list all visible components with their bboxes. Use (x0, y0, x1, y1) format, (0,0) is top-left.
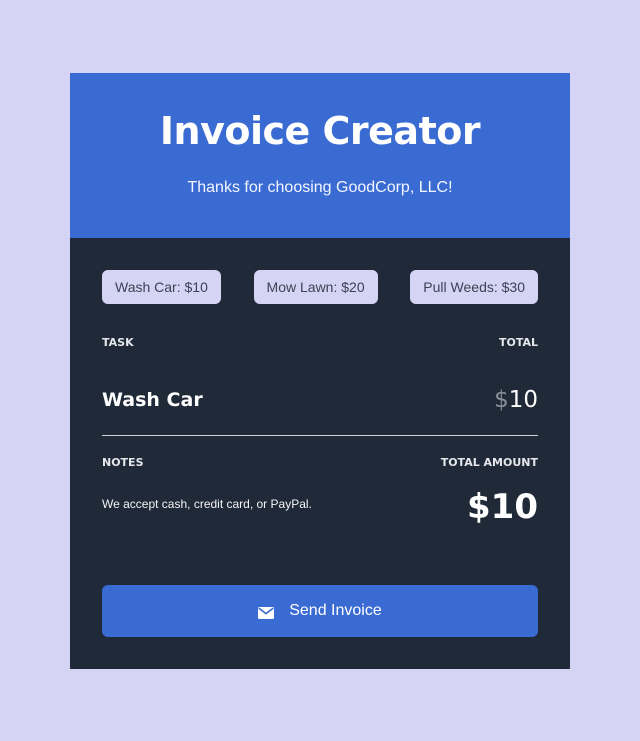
notes-label: NOTES (102, 456, 144, 469)
send-invoice-button[interactable]: Send Invoice (102, 585, 538, 637)
total-column-header: TOTAL (498, 336, 538, 349)
notes-text: We accept cash, credit card, or PayPal. (102, 497, 312, 511)
invoice-card: Invoice Creator Thanks for choosing Good… (70, 73, 570, 669)
currency-symbol: $ (494, 387, 509, 413)
task-column-header: TASK (102, 336, 134, 349)
service-buttons: Wash Car: $10 Mow Lawn: $20 Pull Weeds: … (102, 270, 538, 304)
task-total-value: 10 (508, 387, 538, 413)
mow-lawn-button[interactable]: Mow Lawn: $20 (253, 270, 378, 304)
task-total: $10 (494, 387, 538, 413)
total-amount: $10 (467, 487, 538, 527)
page-subtitle: Thanks for choosing GoodCorp, LLC! (187, 179, 453, 196)
invoice-body: Wash Car: $10 Mow Lawn: $20 Pull Weeds: … (70, 238, 570, 637)
wash-car-button[interactable]: Wash Car: $10 (102, 270, 221, 304)
page-title: Invoice Creator (159, 109, 481, 153)
pull-weeds-button[interactable]: Pull Weeds: $30 (410, 270, 538, 304)
table-row: Wash Car $10 (102, 387, 538, 436)
invoice-header: Invoice Creator Thanks for choosing Good… (70, 73, 570, 238)
summary-header: NOTES TOTAL AMOUNT (102, 456, 538, 469)
task-name: Wash Car (102, 389, 203, 411)
summary-row: We accept cash, credit card, or PayPal. … (102, 487, 538, 527)
table-header: TASK TOTAL (102, 336, 538, 349)
total-amount-label: TOTAL AMOUNT (440, 456, 538, 469)
send-invoice-label: Send Invoice (289, 602, 382, 619)
envelope-icon (258, 606, 275, 619)
